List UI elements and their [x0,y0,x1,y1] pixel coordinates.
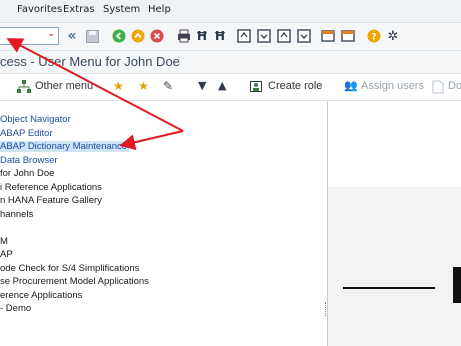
tree-folder-ap[interactable]: AP [0,249,13,260]
move-down-icon[interactable]: ▼ [198,79,212,93]
command-field[interactable]: ⌄ [0,27,59,45]
exit-icon[interactable] [130,28,146,44]
other-menu-button[interactable]: Other menu [35,80,93,92]
image-area [328,187,461,346]
tree-folder-reference-applications[interactable]: i Reference Applications [0,182,102,193]
application-toolbar: Other menu ★ ★ ✎ ▼ ▲ Create role 👥 Assig… [0,74,461,101]
tree-node-object-navigator[interactable]: Object Navigator [0,114,71,125]
menu-favorites[interactable]: Favorites [17,4,62,15]
previous-page-icon[interactable] [256,28,272,44]
tree-folder-procurement[interactable]: se Procurement Model Applications [0,276,149,287]
title-bar: cess - User Menu for John Doe [0,51,461,74]
back-navigation-icon[interactable] [111,28,127,44]
svg-text:?: ? [371,33,376,43]
tree-folder-reference-apps[interactable]: erence Applications [0,290,82,301]
tree-folder-m[interactable]: M [0,236,8,247]
menu-bar: Favorites Extras System Help [0,0,461,23]
add-favorite-icon[interactable]: ★ [113,79,127,93]
shortcut-icon[interactable] [340,28,356,44]
logo-glyph [453,267,461,303]
create-role-icon[interactable] [250,79,264,93]
menu-extras[interactable]: Extras [63,4,95,15]
tree-node-abap-dictionary-maintenance[interactable]: ABAP Dictionary Maintenance [0,141,130,152]
tree-folder-code-check[interactable]: ode Check for S/4 Simplifications [0,263,139,274]
print-icon[interactable] [176,28,192,44]
find-next-icon[interactable]: Ħ [212,28,228,44]
document-icon [432,79,446,94]
back-icon[interactable]: « [64,28,80,44]
page-title: cess - User Menu for John Doe [0,54,180,69]
tree-node-abap-editor[interactable]: ABAP Editor [0,128,53,139]
last-page-icon[interactable] [296,28,312,44]
truncated-toolbar-button[interactable]: Do [448,80,461,92]
menu-system[interactable]: System [103,4,140,15]
other-menu-icon[interactable] [17,79,31,93]
help-icon[interactable]: ? [366,28,382,44]
tree-folder-demo[interactable]: - Demo [0,303,31,314]
tree-folder-channels[interactable]: hannels [0,209,33,220]
find-icon[interactable]: Ħ [194,28,210,44]
assign-users-icon: 👥 [344,79,358,92]
system-toolbar: ⌄ « Ħ Ħ ? ✲ [0,23,461,51]
settings-icon[interactable]: ✲ [385,28,401,44]
move-up-icon[interactable]: ▲ [218,79,232,93]
chevron-down-icon[interactable]: ⌄ [47,29,55,39]
logo-line [343,287,435,289]
new-session-icon[interactable] [320,28,336,44]
cancel-icon[interactable] [149,28,165,44]
first-page-icon[interactable] [236,28,252,44]
next-page-icon[interactable] [276,28,292,44]
user-menu-tree: Object Navigator ABAP Editor ABAP Dictio… [0,101,327,346]
tree-folder-for-john-doe[interactable]: for John Doe [0,168,54,179]
delete-favorite-icon[interactable]: ★ [138,79,152,93]
image-pane [328,101,461,346]
save-icon[interactable] [84,28,100,44]
menu-help[interactable]: Help [148,4,171,15]
assign-users-button[interactable]: Assign users [361,80,424,92]
edit-pencil-icon[interactable]: ✎ [163,79,177,93]
create-role-button[interactable]: Create role [268,80,322,92]
tree-node-data-browser[interactable]: Data Browser [0,155,58,166]
tree-folder-hana-feature-gallery[interactable]: n HANA Feature Gallery [0,195,102,206]
